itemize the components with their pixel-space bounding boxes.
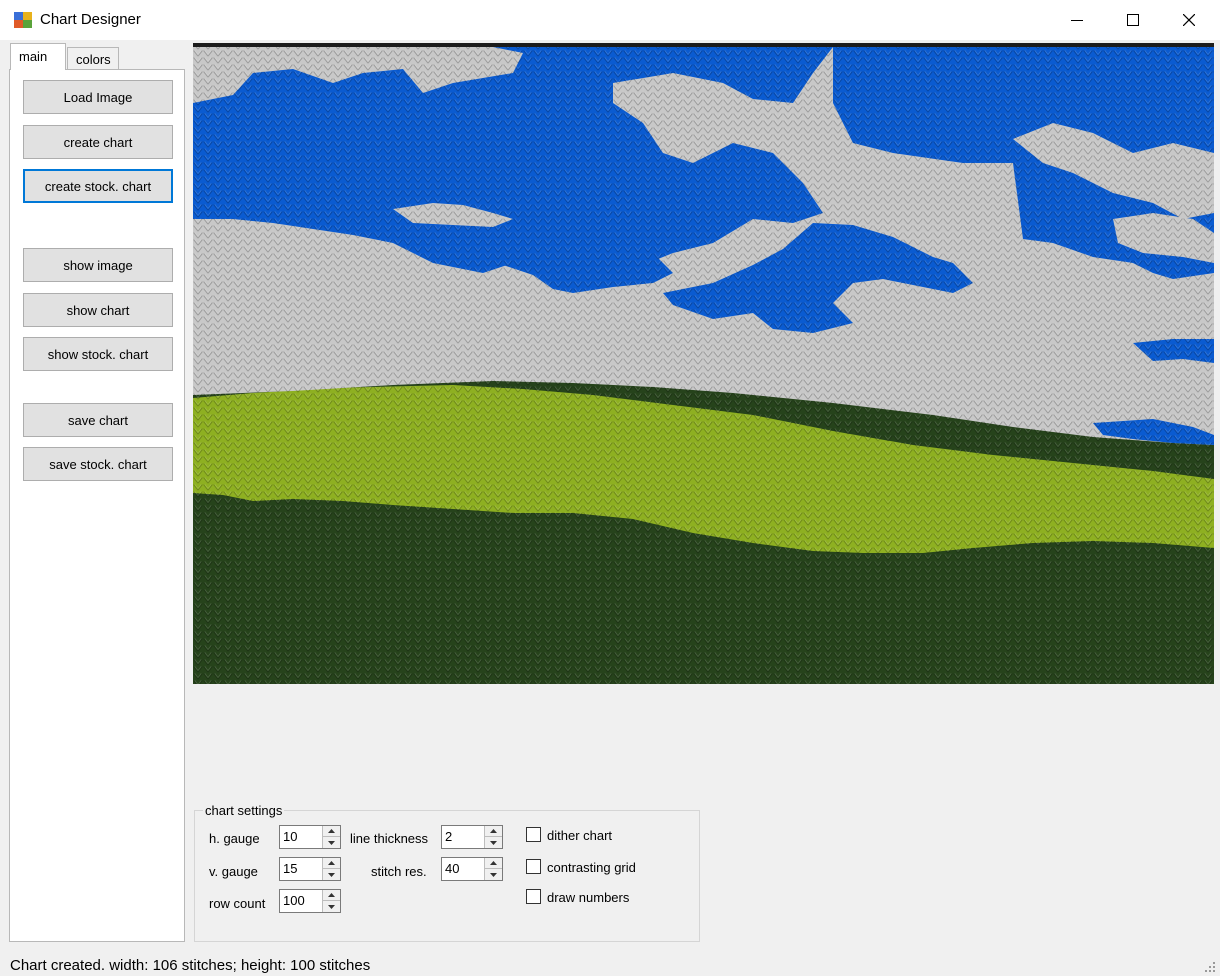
v-gauge-label: v. gauge [209, 864, 258, 879]
app-window: Chart Designer main colors Load Image cr… [0, 0, 1220, 976]
stitch-res-arrows[interactable] [484, 858, 502, 880]
close-icon [1183, 14, 1195, 26]
spin-down-icon[interactable] [323, 869, 340, 880]
chart-preview[interactable] [193, 43, 1214, 684]
chart-settings-group: chart settings h. gauge 10 v. gauge 15 r… [194, 803, 700, 942]
stitch-res-spinner[interactable]: 40 [441, 857, 503, 881]
dither-chart-checkbox[interactable] [526, 827, 541, 842]
stitch-res-label: stitch res. [371, 864, 427, 879]
h-gauge-spinner[interactable]: 10 [279, 825, 341, 849]
stitch-res-value[interactable]: 40 [445, 861, 459, 876]
draw-numbers-checkbox[interactable] [526, 889, 541, 904]
spin-up-icon[interactable] [485, 858, 502, 869]
status-text: Chart created. width: 106 stitches; heig… [10, 957, 371, 974]
spin-down-icon[interactable] [323, 901, 340, 912]
title-bar[interactable]: Chart Designer [0, 0, 1220, 40]
save-stock-chart-button[interactable]: save stock. chart [23, 447, 173, 481]
knit-chart-image [193, 43, 1214, 684]
h-gauge-label: h. gauge [209, 831, 260, 846]
create-chart-button[interactable]: create chart [23, 125, 173, 159]
show-stock-chart-button[interactable]: show stock. chart [23, 337, 173, 371]
status-bar: Chart created. width: 106 stitches; heig… [0, 952, 1220, 976]
contrasting-grid-checkbox[interactable] [526, 859, 541, 874]
v-gauge-arrows[interactable] [322, 858, 340, 880]
line-thickness-spinner[interactable]: 2 [441, 825, 503, 849]
line-thickness-label: line thickness [350, 831, 429, 846]
minimize-icon [1071, 20, 1083, 21]
v-gauge-value[interactable]: 15 [283, 861, 297, 876]
row-count-label: row count [209, 896, 266, 911]
spin-down-icon[interactable] [485, 837, 502, 848]
row-count-arrows[interactable] [322, 890, 340, 912]
v-gauge-spinner[interactable]: 15 [279, 857, 341, 881]
window-title: Chart Designer [40, 11, 141, 28]
spin-down-icon[interactable] [485, 869, 502, 880]
minimize-button[interactable] [1054, 0, 1100, 40]
main-tab-panel: Load Image create chart create stock. ch… [9, 69, 185, 942]
line-thickness-value[interactable]: 2 [445, 829, 452, 844]
create-stock-chart-button[interactable]: create stock. chart [23, 169, 173, 203]
h-gauge-value[interactable]: 10 [283, 829, 297, 844]
tab-main[interactable]: main [10, 43, 66, 70]
maximize-icon [1127, 14, 1139, 26]
row-count-spinner[interactable]: 100 [279, 889, 341, 913]
load-image-button[interactable]: Load Image [23, 80, 173, 114]
spin-up-icon[interactable] [323, 826, 340, 837]
spin-up-icon[interactable] [485, 826, 502, 837]
dither-chart-label[interactable]: dither chart [547, 828, 612, 843]
show-image-button[interactable]: show image [23, 248, 173, 282]
app-icon [14, 12, 32, 28]
spin-up-icon[interactable] [323, 890, 340, 901]
save-chart-button[interactable]: save chart [23, 403, 173, 437]
line-thickness-arrows[interactable] [484, 826, 502, 848]
tab-colors[interactable]: colors [67, 47, 119, 70]
row-count-value[interactable]: 100 [283, 893, 305, 908]
resize-grip-icon[interactable] [1204, 961, 1216, 973]
chart-settings-label: chart settings [203, 803, 285, 818]
contrasting-grid-label[interactable]: contrasting grid [547, 860, 636, 875]
close-button[interactable] [1166, 0, 1212, 40]
spin-down-icon[interactable] [323, 837, 340, 848]
spin-up-icon[interactable] [323, 858, 340, 869]
h-gauge-arrows[interactable] [322, 826, 340, 848]
maximize-button[interactable] [1110, 0, 1156, 40]
show-chart-button[interactable]: show chart [23, 293, 173, 327]
draw-numbers-label[interactable]: draw numbers [547, 890, 629, 905]
